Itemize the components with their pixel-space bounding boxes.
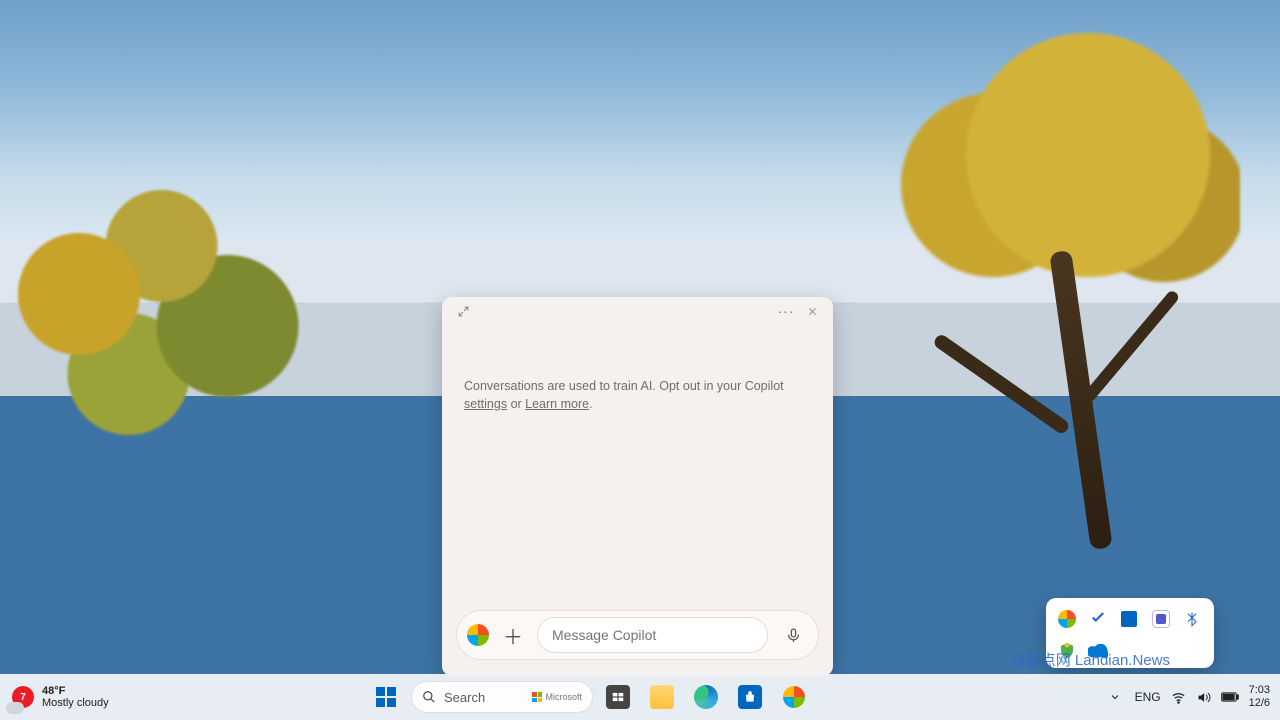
learn-more-link[interactable]: Learn more (525, 397, 589, 411)
battery-icon[interactable] (1221, 691, 1239, 703)
folder-icon (650, 685, 674, 709)
copilot-taskbar-button[interactable] (775, 678, 813, 716)
system-tray: ENG 7:03 12/6 (980, 684, 1280, 709)
store-button[interactable] (731, 678, 769, 716)
more-icon[interactable]: ··· (773, 298, 799, 324)
search-placeholder: Search (444, 690, 485, 705)
copilot-notice: Conversations are used to train AI. Opt … (442, 325, 833, 610)
tray-todo-icon[interactable] (1087, 608, 1109, 630)
notice-text: Conversations are used to train AI. Opt … (464, 379, 784, 393)
microsoft-logo-icon (532, 692, 542, 702)
copilot-message-input[interactable] (537, 617, 768, 653)
taskbar-weather[interactable]: 7 48°F Mostly cloudy (0, 685, 200, 709)
clock-time: 7:03 (1249, 684, 1270, 697)
new-chat-button[interactable]: ＋ (499, 621, 527, 649)
weather-temp: 48°F (42, 685, 109, 697)
search-brand: Microsoft (545, 692, 582, 702)
taskbar: 7 48°F Mostly cloudy Search Microsoft EN… (0, 674, 1280, 720)
chevron-down-icon (1109, 691, 1121, 703)
tray-security-icon[interactable] (1056, 640, 1078, 662)
tray-bluetooth-icon[interactable] (1181, 608, 1203, 630)
edge-icon (694, 685, 718, 709)
wallpaper-tree-right (870, 30, 1240, 550)
wallpaper-trees-left (0, 150, 310, 470)
expand-icon[interactable] (450, 298, 476, 324)
taskbar-search[interactable]: Search Microsoft (411, 681, 593, 713)
edge-button[interactable] (687, 678, 725, 716)
wifi-icon[interactable] (1171, 690, 1186, 705)
explorer-button[interactable] (643, 678, 681, 716)
copilot-titlebar: ··· (442, 297, 833, 325)
windows-logo-icon (376, 687, 396, 707)
tray-copilot-icon[interactable] (1056, 608, 1078, 630)
tray-yourphone-icon[interactable] (1118, 608, 1140, 630)
search-icon (422, 690, 436, 704)
language-indicator[interactable]: ENG (1135, 690, 1161, 704)
volume-icon[interactable] (1196, 690, 1211, 705)
copilot-input-row: ＋ (456, 610, 819, 660)
weather-condition: Mostly cloudy (42, 697, 109, 709)
settings-link[interactable]: settings (464, 397, 507, 411)
cloud-icon (6, 702, 24, 714)
close-icon[interactable] (799, 298, 825, 324)
tray-overflow-popup (1046, 598, 1214, 668)
start-button[interactable] (367, 678, 405, 716)
tray-onedrive-icon[interactable] (1087, 640, 1109, 662)
tray-overflow-button[interactable] (1105, 687, 1125, 707)
tray-teams-icon[interactable] (1150, 608, 1172, 630)
copilot-logo-icon[interactable] (467, 624, 489, 646)
microphone-icon[interactable] (778, 620, 808, 650)
store-icon (738, 685, 762, 709)
copilot-icon (783, 686, 805, 708)
taskbar-clock[interactable]: 7:03 12/6 (1249, 684, 1270, 709)
notice-text: . (589, 397, 592, 411)
clock-date: 12/6 (1249, 697, 1270, 710)
copilot-window: ··· Conversations are used to train AI. … (442, 297, 833, 676)
taskview-button[interactable] (599, 678, 637, 716)
notice-text: or (507, 397, 525, 411)
